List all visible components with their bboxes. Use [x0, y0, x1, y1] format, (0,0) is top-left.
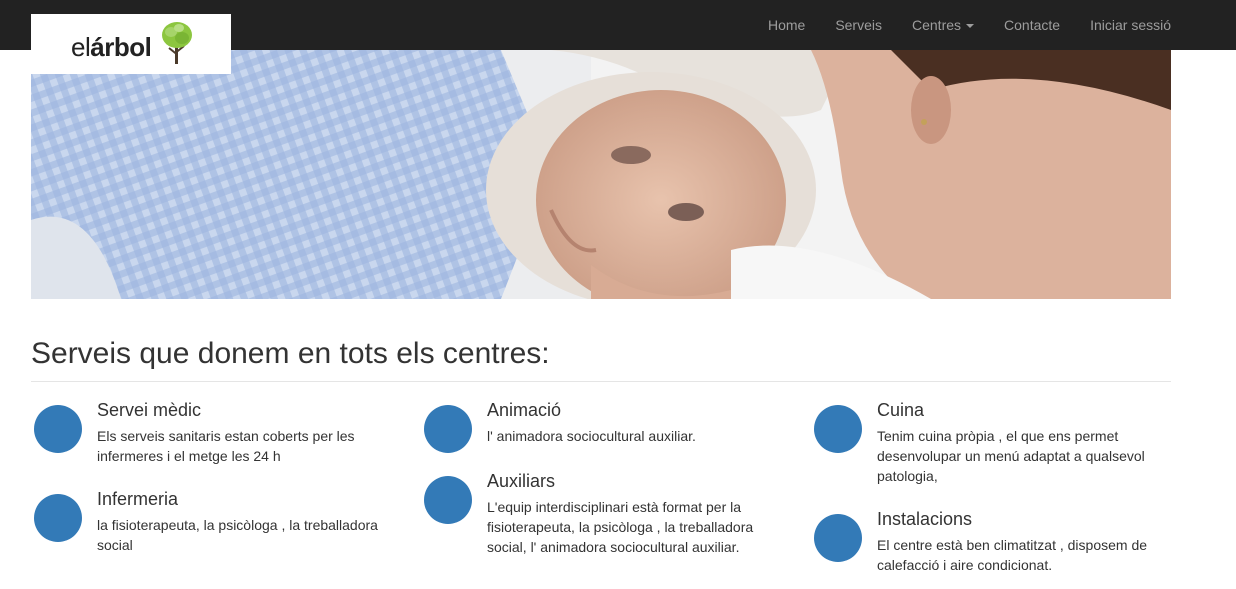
service-heading: Instalacions: [877, 509, 973, 529]
service-circle-icon: [34, 494, 82, 542]
brand-logo[interactable]: elárbol: [31, 14, 231, 74]
tree-icon: [162, 22, 192, 64]
service-text: Els serveis sanitaris estan coberts per …: [97, 428, 355, 464]
nav-login-link[interactable]: Iniciar sessió: [1075, 0, 1171, 50]
service-circle-icon: [424, 405, 472, 453]
service-heading: Infermeria: [97, 489, 179, 509]
brand-suffix: árbol: [90, 32, 152, 62]
service-circle-icon: [814, 514, 862, 562]
brand-name: elárbol: [71, 32, 152, 63]
divider: [31, 381, 1171, 382]
service-text: L'equip interdisciplinari està format pe…: [487, 499, 754, 555]
service-circle-icon: [814, 405, 862, 453]
nav-centres-label: Centres: [912, 17, 962, 33]
service-heading: Cuina: [877, 400, 925, 420]
caret-down-icon: [966, 24, 975, 29]
service-heading: Animació: [487, 400, 562, 420]
hero-photo: [31, 50, 1171, 299]
service-circle-icon: [34, 405, 82, 453]
nav-centres-dropdown[interactable]: Centres: [897, 0, 989, 50]
service-circle-icon: [424, 476, 472, 524]
service-text: Tenim cuina pròpia , el que ens permet d…: [877, 428, 1145, 484]
service-text: l' animadora sociocultural auxiliar.: [487, 428, 696, 444]
page-title: Serveis que donem en tots els centres:: [31, 337, 550, 370]
nav-serveis-link[interactable]: Serveis: [820, 0, 897, 50]
brand-prefix: el: [71, 32, 91, 62]
service-heading: Servei mèdic: [97, 400, 202, 420]
service-text: la fisioterapeuta, la psicòloga , la tre…: [97, 517, 378, 553]
main-nav: Home Serveis Centres Contacte Iniciar se…: [753, 0, 1171, 50]
nav-home-link[interactable]: Home: [753, 0, 820, 50]
nav-contacte-link[interactable]: Contacte: [989, 0, 1075, 50]
service-heading: Auxiliars: [487, 471, 556, 491]
service-text: El centre està ben climatitzat , dispose…: [877, 537, 1148, 573]
